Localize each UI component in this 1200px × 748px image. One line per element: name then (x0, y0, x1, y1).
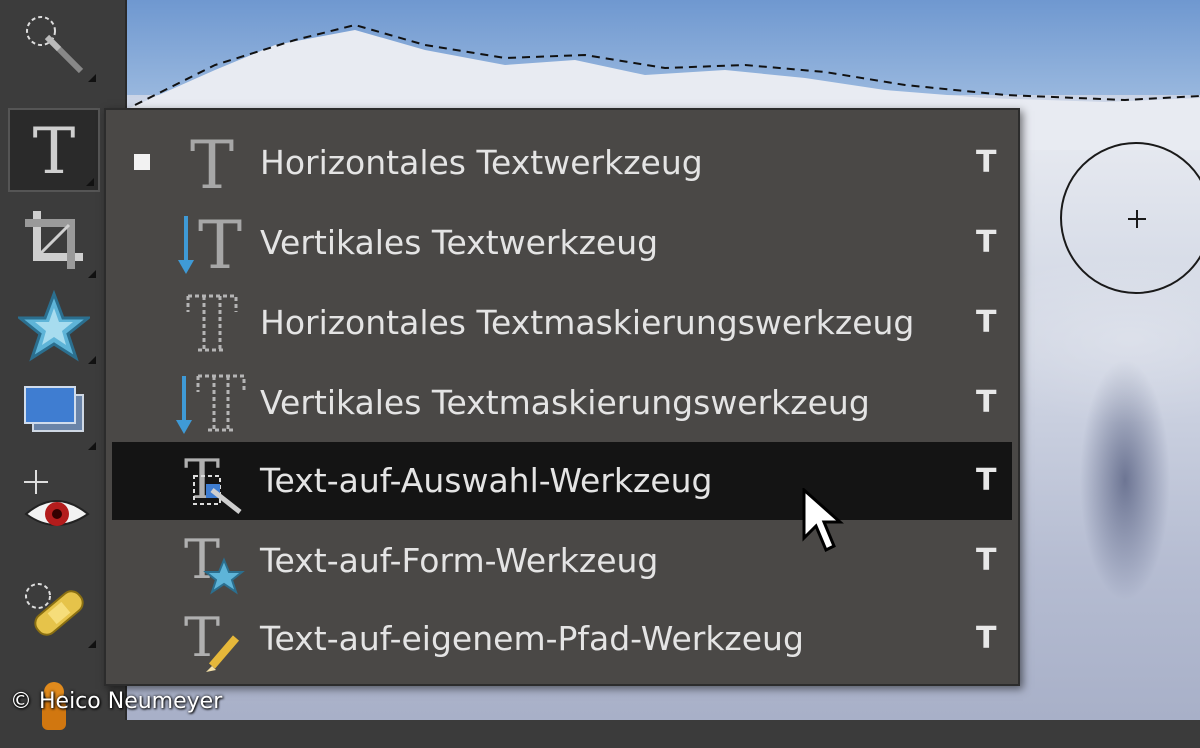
text-on-shape-icon: T (184, 528, 245, 595)
red-eye-icon (24, 470, 90, 526)
custom-shape-icon (18, 290, 90, 362)
svg-text:T: T (184, 448, 220, 511)
vertical-type-mask-icon (176, 374, 246, 434)
text-on-path-icon: T (184, 606, 240, 672)
menu-item-label: Vertikales Textmaskierungswerkzeug (260, 383, 870, 422)
menu-item-shortcut: T (976, 145, 997, 180)
horizontal-type-mask-icon (186, 294, 238, 352)
crosshair-icon (1128, 210, 1146, 228)
quick-selection-icon (26, 16, 84, 74)
selected-indicator-icon (134, 154, 150, 170)
copyright-credit: © Heico Neumeyer (10, 689, 223, 714)
menu-item-vertical-type[interactable]: T Vertikales Textwerkzeug T (112, 204, 1012, 282)
flyout-indicator (88, 442, 96, 450)
quick-selection-tool[interactable] (8, 2, 100, 86)
flyout-indicator (88, 74, 96, 82)
healing-brush-tool[interactable] (8, 568, 100, 652)
menu-item-text-on-path[interactable]: T Text-auf-eigenem-Pfad-Werkzeug T (112, 600, 1012, 678)
type-tool-icon: T (33, 115, 76, 185)
type-tool-flyout-menu: T Horizontales Textwerkzeug T T Vertikal… (104, 108, 1020, 686)
recompose-tool[interactable] (8, 370, 100, 454)
crop-tool[interactable] (8, 198, 100, 282)
flyout-indicator (86, 178, 94, 186)
svg-text:T: T (198, 208, 242, 278)
custom-shape-tool[interactable] (8, 284, 100, 368)
menu-item-label: Horizontales Textwerkzeug (260, 143, 703, 182)
vertical-type-icon: T (178, 208, 242, 278)
brush-cursor (1060, 142, 1200, 294)
horizontal-type-icon: T (190, 128, 234, 198)
svg-text:T: T (190, 128, 234, 198)
flyout-indicator (88, 640, 96, 648)
menu-item-vertical-type-mask[interactable]: Vertikales Textmaskierungswerkzeug T (112, 364, 1012, 442)
flyout-indicator (88, 270, 96, 278)
menu-item-label: Horizontales Textmaskierungswerkzeug (260, 303, 915, 342)
menu-item-shortcut: T (976, 543, 997, 578)
type-tool[interactable]: T (8, 108, 100, 192)
menu-item-shortcut: T (976, 621, 997, 656)
crop-icon (25, 211, 83, 269)
text-on-selection-icon: T (184, 448, 242, 514)
menu-item-shortcut: T (976, 305, 997, 340)
recompose-icon (24, 386, 84, 432)
mouse-pointer-icon (802, 488, 844, 553)
menu-item-shortcut: T (976, 385, 997, 420)
menu-item-shortcut: T (976, 225, 997, 260)
red-eye-tool[interactable] (8, 460, 100, 544)
menu-item-horizontal-type[interactable]: T Horizontales Textwerkzeug T (112, 124, 1012, 202)
flyout-indicator (88, 356, 96, 364)
menu-item-text-on-selection[interactable]: T Text-auf-Auswahl-Werkzeug T (112, 442, 1012, 520)
menu-item-text-on-shape[interactable]: T Text-auf-Form-Werkzeug T (112, 522, 1012, 600)
menu-item-label: Text-auf-eigenem-Pfad-Werkzeug (260, 619, 804, 658)
menu-item-label: Vertikales Textwerkzeug (260, 223, 659, 262)
menu-item-label: Text-auf-Form-Werkzeug (260, 541, 659, 580)
healing-brush-icon (25, 583, 84, 636)
menu-item-label: Text-auf-Auswahl-Werkzeug (260, 461, 713, 500)
menu-item-horizontal-type-mask[interactable]: Horizontales Textmaskierungswerkzeug T (112, 284, 1012, 362)
menu-item-shortcut: T (976, 463, 997, 498)
svg-text:T: T (33, 115, 76, 185)
